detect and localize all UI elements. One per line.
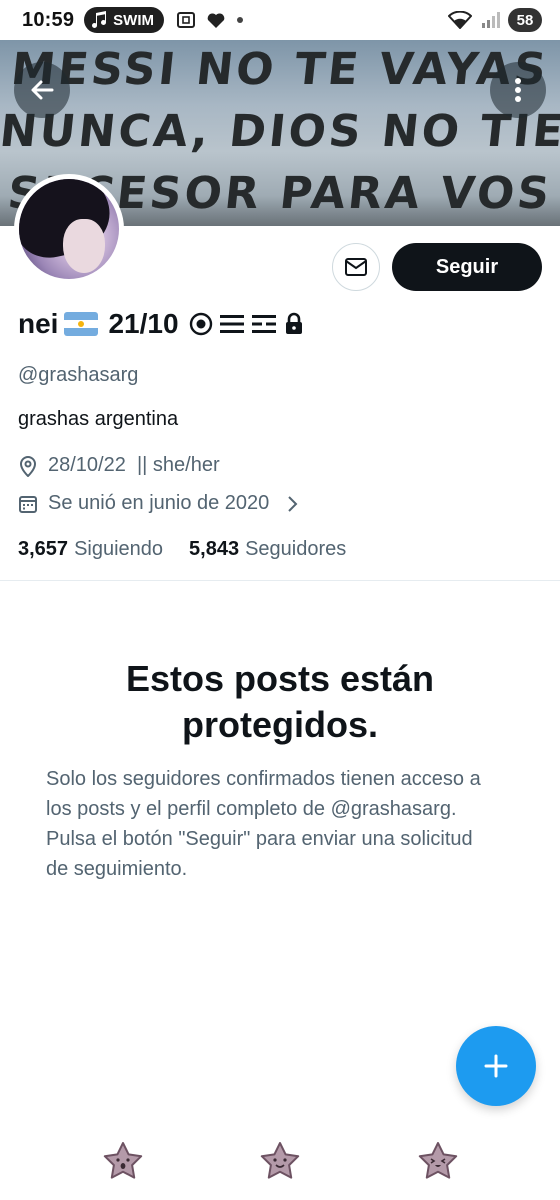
profile-bio: grashas argentina (18, 408, 179, 430)
location-text: 28/10/22 || she/her (48, 454, 220, 476)
message-button[interactable] (332, 243, 380, 291)
battery-level: 58 (508, 8, 542, 32)
display-name-text: nei (18, 308, 59, 339)
protected-title: Estos posts están protegidos. (125, 658, 435, 745)
star-sticker-icon (418, 1142, 458, 1179)
followers-label: Seguidores (245, 538, 347, 560)
location-pin-icon (19, 455, 37, 477)
back-button[interactable] (14, 62, 70, 118)
status-time: 10:59 (22, 8, 75, 31)
heart-icon (207, 13, 225, 28)
plus-icon (484, 1054, 508, 1078)
chevron-right-icon (288, 495, 298, 512)
following-label: Siguiendo (74, 538, 164, 560)
banner-text-line: MESSI NO TE VAYAS (8, 44, 552, 95)
following-count: 3,657 (18, 538, 69, 560)
divider (0, 580, 560, 581)
argentina-flag-icon (64, 312, 99, 336)
followers-count: 5,843 (189, 538, 240, 560)
more-options-button[interactable] (490, 62, 546, 118)
avatar-image (19, 179, 119, 279)
display-name: nei 21/10 (18, 308, 305, 340)
more-vertical-icon (515, 78, 521, 102)
profile-stats: 3,657 Siguiendo 5,843 Seguidores (18, 538, 346, 561)
avatar[interactable] (14, 174, 124, 284)
banner-text-line: NUNCA, DIOS NO TIENE (0, 106, 560, 157)
display-name-date: 21/10 (108, 308, 179, 339)
wifi-icon (448, 11, 472, 29)
media-label: SWIM (113, 11, 154, 29)
joined-text: Se unió en junio de 2020 (48, 492, 270, 514)
compose-post-button[interactable] (456, 1026, 536, 1106)
lock-icon (285, 312, 302, 334)
profile-joined[interactable]: Se unió en junio de 2020 (18, 492, 299, 515)
trigram-icon (219, 315, 244, 333)
follow-button[interactable]: Seguir (392, 243, 542, 291)
screenshot-icon (176, 12, 195, 28)
dot-icon (236, 17, 243, 23)
avatar-face (63, 219, 105, 273)
target-icon (189, 312, 212, 336)
calendar-icon (19, 495, 37, 513)
followers-link[interactable]: 5,843 Seguidores (189, 538, 346, 561)
profile-handle: @grashasarg (18, 364, 139, 386)
media-pill[interactable]: SWIM (84, 7, 164, 33)
trigram-broken-icon (251, 315, 276, 333)
profile-location: 28/10/22 || she/her (18, 454, 220, 477)
mail-icon (345, 258, 367, 276)
music-note-icon (92, 11, 107, 28)
following-link[interactable]: 3,657 Siguiendo (18, 538, 163, 561)
status-bar: 10:59 SWIM 58 (0, 0, 560, 40)
arrow-left-icon (31, 80, 54, 100)
star-sticker-icon (103, 1142, 143, 1179)
signal-icon (482, 12, 500, 28)
star-sticker-icon (260, 1142, 300, 1179)
protected-description: Solo los seguidores confirmados tienen a… (46, 768, 481, 880)
